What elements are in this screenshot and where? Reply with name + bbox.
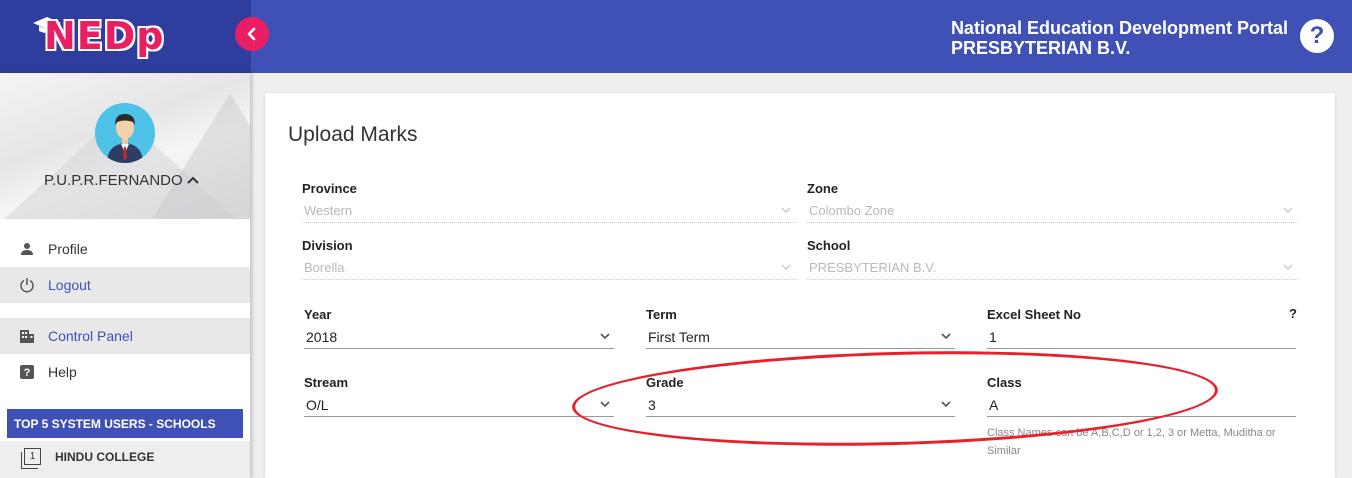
grade-field: Grade 3	[646, 375, 955, 419]
province-field: Province Western	[302, 181, 797, 225]
excel-sheet-input[interactable]: 1	[987, 327, 1296, 349]
division-select[interactable]: Borella	[302, 258, 797, 280]
top-app-bar: NEDp National Education Development Port…	[0, 0, 1352, 73]
sidebar-item-profile[interactable]: Profile	[0, 231, 250, 267]
chevron-left-icon	[247, 27, 256, 41]
stream-field: Stream O/L	[304, 375, 614, 419]
sidebar-item-label: Logout	[48, 277, 91, 293]
rank-badge: 1	[21, 448, 41, 469]
svg-text:?: ?	[24, 367, 31, 379]
sidebar-item-control-panel[interactable]: Control Panel	[0, 318, 250, 354]
top5-users-header: TOP 5 SYSTEM USERS - SCHOOLS	[7, 409, 243, 438]
sidebar-item-label: Profile	[48, 241, 88, 257]
chevron-down-icon	[941, 401, 951, 408]
province-select[interactable]: Western	[302, 201, 797, 223]
zone-field: Zone Colombo Zone	[807, 181, 1298, 225]
person-icon	[17, 242, 37, 256]
app-logo[interactable]: NEDp	[44, 14, 165, 58]
zone-select[interactable]: Colombo Zone	[807, 201, 1298, 223]
province-label: Province	[302, 181, 357, 196]
term-select[interactable]: First Term	[646, 327, 955, 349]
zone-label: Zone	[807, 181, 839, 196]
help-box-icon: ?	[17, 365, 37, 379]
school-name: HINDU COLLEGE	[55, 450, 155, 464]
chevron-down-icon	[781, 264, 791, 271]
user-name[interactable]: P.U.P.R.FERNANDO	[44, 172, 183, 189]
term-label: Term	[646, 307, 677, 322]
logo-area: NEDp	[0, 0, 251, 73]
year-label: Year	[304, 307, 332, 322]
school-field: School PRESBYTERIAN B.V.	[807, 238, 1298, 282]
school-label: School	[807, 238, 851, 253]
division-field: Division Borella	[302, 238, 797, 282]
profile-panel: P.U.P.R.FERNANDO	[0, 73, 250, 219]
grade-select[interactable]: 3	[646, 395, 955, 417]
power-icon	[17, 277, 37, 293]
chevron-down-icon	[1283, 207, 1293, 214]
class-label: Class	[987, 375, 1022, 390]
division-label: Division	[302, 238, 353, 253]
help-button[interactable]: ?	[1300, 19, 1334, 53]
user-avatar-icon	[95, 103, 155, 163]
sidebar-item-label: Help	[48, 364, 77, 380]
chevron-down-icon	[1283, 264, 1293, 271]
chevron-up-icon[interactable]	[187, 176, 199, 184]
school-title: PRESBYTERIAN B.V.	[950, 38, 1131, 58]
excel-sheet-help-icon[interactable]: ?	[1289, 306, 1297, 321]
chevron-down-icon	[941, 333, 951, 340]
class-input[interactable]: A	[987, 395, 1296, 417]
portal-title: National Education Development Portal	[950, 18, 1288, 38]
stream-label: Stream	[304, 375, 349, 390]
collapse-sidebar-button[interactable]	[235, 17, 269, 51]
sidebar-item-help[interactable]: ? Help	[0, 354, 250, 390]
class-hint: Class Names can be A,B,C,D or 1,2, 3 or …	[987, 427, 1276, 457]
school-select[interactable]: PRESBYTERIAN B.V.	[807, 258, 1298, 280]
building-icon	[17, 329, 37, 344]
sidebar-item-logout[interactable]: Logout	[0, 267, 250, 303]
stream-select[interactable]: O/L	[304, 395, 614, 417]
avatar[interactable]	[95, 103, 155, 163]
grade-label: Grade	[646, 375, 684, 390]
top-school-row[interactable]: 1 HINDU COLLEGE	[0, 441, 250, 478]
chevron-down-icon	[600, 333, 610, 340]
upload-marks-card: Upload Marks Province Western Zone Colom…	[265, 93, 1335, 478]
term-field: Term First Term	[646, 307, 955, 351]
sidebar: P.U.P.R.FERNANDO Profile Logout Control …	[0, 73, 250, 478]
sidebar-item-label: Control Panel	[48, 328, 133, 344]
page-title: Upload Marks	[288, 123, 418, 146]
year-field: Year 2018	[304, 307, 614, 351]
excel-sheet-label: Excel Sheet No	[987, 307, 1081, 322]
year-select[interactable]: 2018	[304, 327, 614, 349]
excel-sheet-field: Excel Sheet No 1	[987, 307, 1296, 351]
class-field: Class A	[987, 375, 1296, 419]
portal-heading: National Education Development Portal PR…	[951, 18, 1288, 58]
chevron-down-icon	[781, 207, 791, 214]
chevron-down-icon	[600, 401, 610, 408]
